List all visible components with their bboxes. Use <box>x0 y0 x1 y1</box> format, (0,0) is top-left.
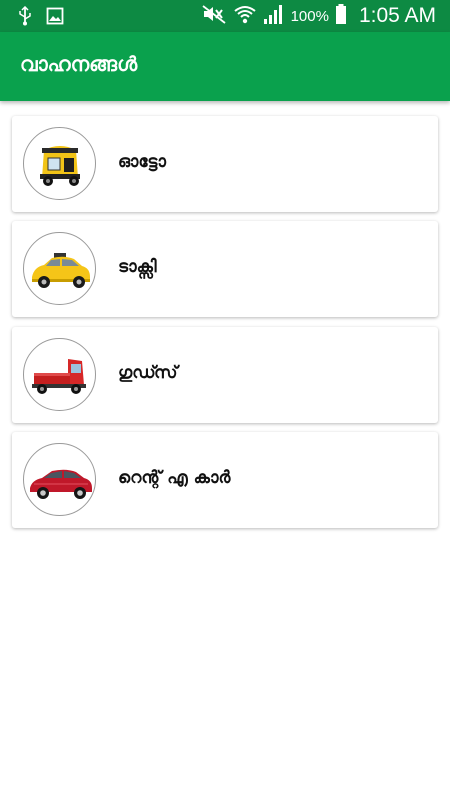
clock: 1:05 AM <box>358 4 436 27</box>
signal-icon <box>263 3 285 29</box>
vehicle-label: ഗുഡ്സ് <box>118 363 178 383</box>
wifi-icon <box>233 3 257 29</box>
system-icons: 100% 1:05 AM <box>201 3 436 29</box>
battery-percent: 100% <box>290 7 329 25</box>
taxi-icon <box>23 232 96 305</box>
vehicle-card-taxi[interactable]: ടാക്സി <box>12 221 438 317</box>
rental-car-icon <box>23 443 96 516</box>
goods-vehicle-icon <box>23 338 96 411</box>
vehicle-card-goods[interactable]: ഗുഡ്സ് <box>12 327 438 423</box>
mute-icon <box>201 3 227 29</box>
image-icon <box>46 7 64 29</box>
vehicle-label: റെന്റ് എ കാർ <box>118 468 231 488</box>
vehicle-label: ഓട്ടോ <box>118 152 166 172</box>
vehicle-label: ടാക്സി <box>118 257 157 277</box>
usb-icon <box>18 5 32 30</box>
vehicle-card-rent-a-car[interactable]: റെന്റ് എ കാർ <box>12 432 438 528</box>
auto-rickshaw-icon <box>23 127 96 200</box>
vehicle-card-auto[interactable]: ഓട്ടോ <box>12 116 438 212</box>
status-bar: 100% 1:05 AM <box>0 0 450 32</box>
page-title: വാഹനങ്ങൾ <box>20 52 138 76</box>
battery-icon <box>335 3 347 29</box>
app-bar: വാഹനങ്ങൾ <box>0 32 450 101</box>
notification-icons <box>18 5 64 30</box>
